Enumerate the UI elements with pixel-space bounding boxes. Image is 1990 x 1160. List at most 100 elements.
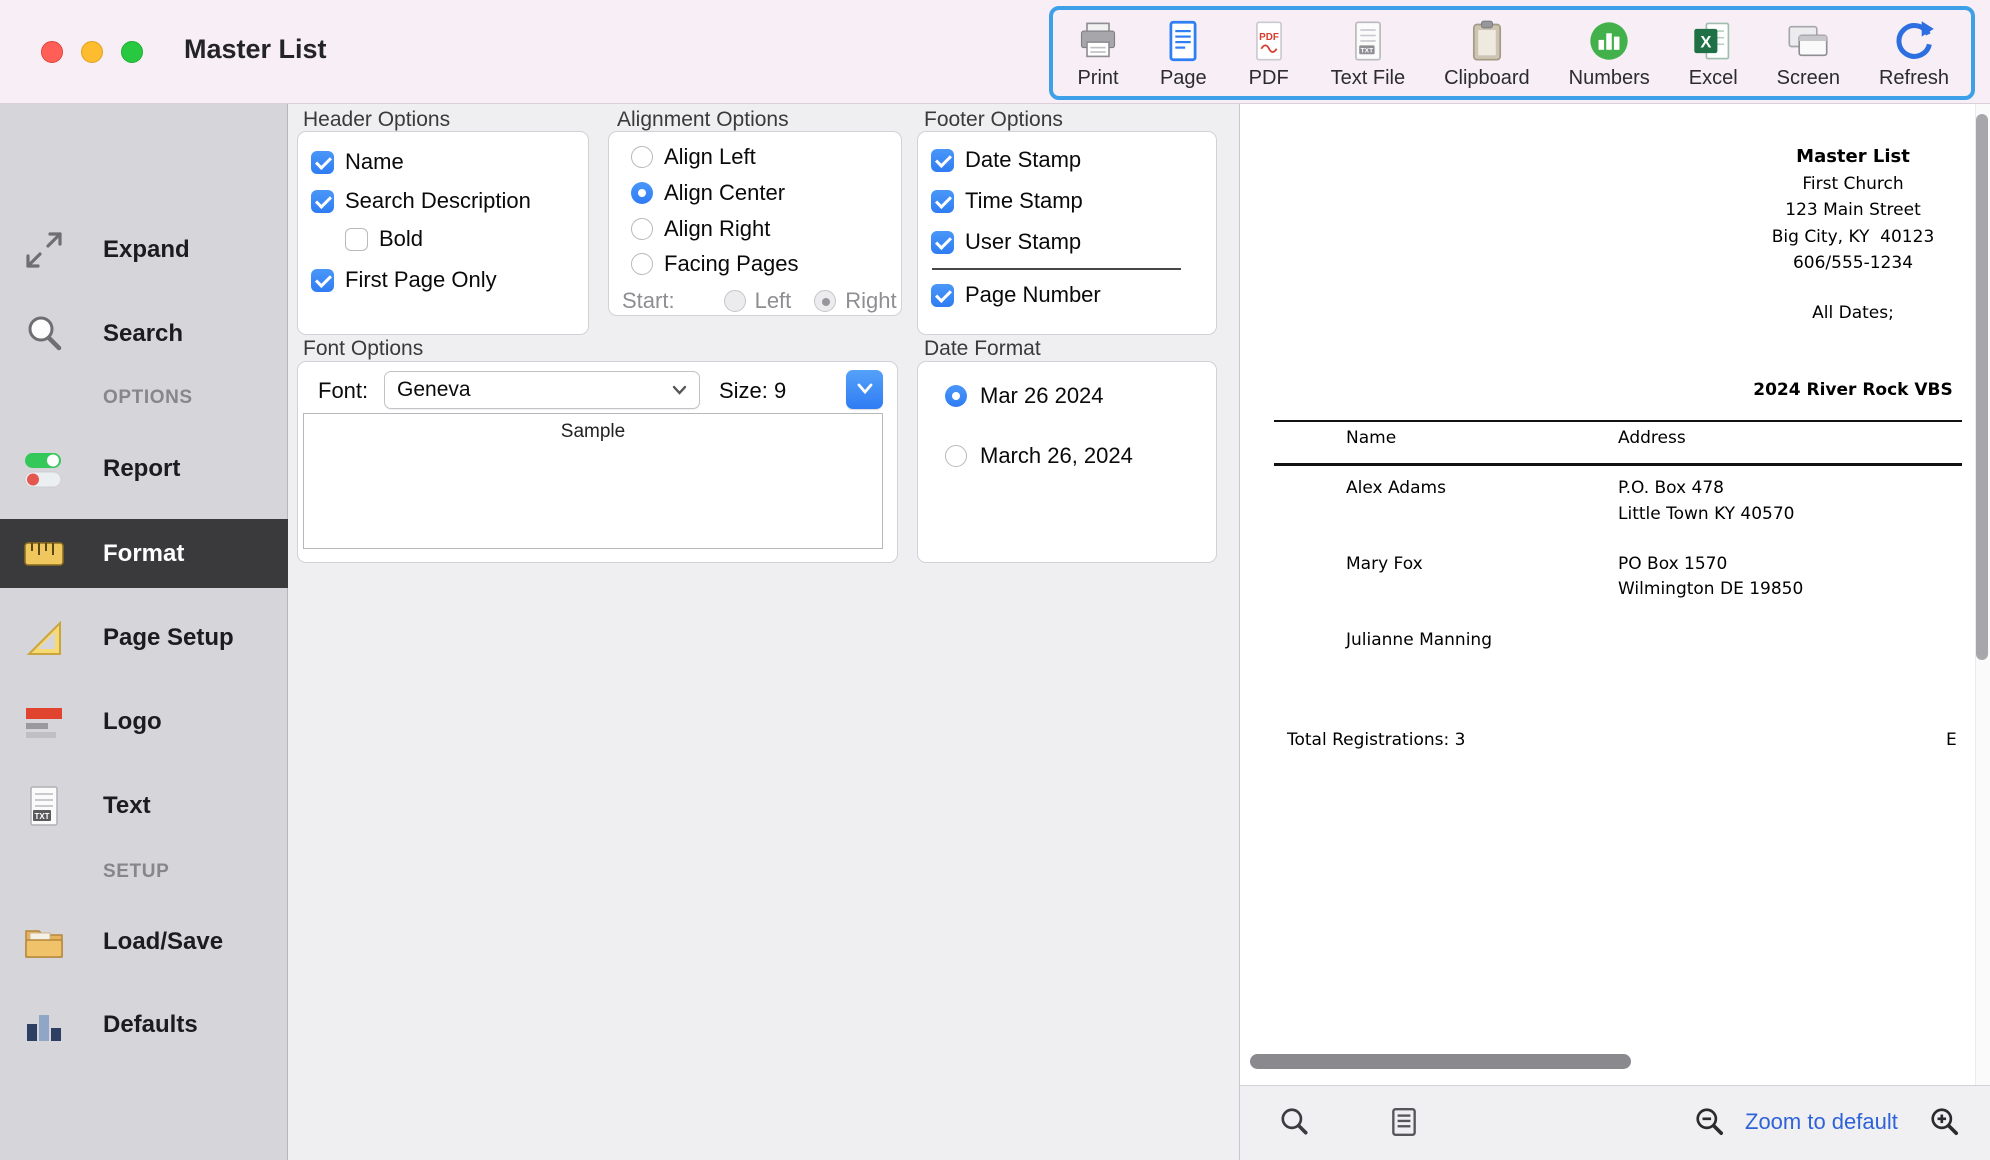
page-icon xyxy=(1160,18,1206,64)
sidebar-item-logo[interactable]: Logo xyxy=(0,691,288,753)
start-left-radio[interactable] xyxy=(724,290,746,312)
preview-toolbar: Zoom to default xyxy=(1240,1085,1990,1160)
radio-row-align-right[interactable]: Align Right xyxy=(609,216,770,242)
start-right-radio[interactable] xyxy=(814,290,836,312)
bar-chart-icon xyxy=(18,1002,70,1048)
checkbox-row-time-stamp[interactable]: Time Stamp xyxy=(918,188,1083,214)
checkbox-row-page-number[interactable]: Page Number xyxy=(918,282,1101,308)
horizontal-scrollbar[interactable] xyxy=(1250,1054,1631,1069)
checkbox-row-name[interactable]: Name xyxy=(298,149,404,175)
toolbar-page-button[interactable]: Page xyxy=(1160,18,1207,90)
toolbar-print-button[interactable]: Print xyxy=(1075,18,1121,90)
close-window-button[interactable] xyxy=(41,41,63,63)
user-stamp-checkbox[interactable] xyxy=(931,231,954,254)
report-org: First Church xyxy=(1653,171,1990,198)
sidebar-item-report[interactable]: Report xyxy=(0,438,288,500)
footer-options-group: Date Stamp Time Stamp User Stamp Page Nu… xyxy=(917,131,1217,335)
checkbox-row-date-stamp[interactable]: Date Stamp xyxy=(918,147,1081,173)
font-select[interactable]: Geneva xyxy=(384,371,700,409)
sidebar-item-load-save[interactable]: Load/Save xyxy=(0,911,288,973)
toolbar-text-file-button[interactable]: TXT Text File xyxy=(1331,18,1405,90)
report-event-name: 2024 River Rock VBS xyxy=(1653,377,1990,404)
vertical-scrollbar[interactable] xyxy=(1976,114,1988,660)
zoom-window-button[interactable] xyxy=(121,41,143,63)
sidebar: Expand Search OPTIONS Report Format Page xyxy=(0,104,288,1160)
date-short-radio[interactable] xyxy=(945,385,967,407)
sidebar-section-setup: SETUP xyxy=(103,861,169,883)
zoom-out-button[interactable] xyxy=(1693,1105,1727,1139)
sidebar-item-format[interactable]: Format xyxy=(0,519,288,588)
app-window: Master List Print Page PDF PDF xyxy=(0,0,1990,1160)
alignment-options-title: Alignment Options xyxy=(617,108,789,132)
align-center-radio[interactable] xyxy=(631,182,653,204)
font-sample-box: Sample xyxy=(303,413,883,549)
search-description-checkbox[interactable] xyxy=(311,190,334,213)
report-view-button[interactable] xyxy=(1387,1105,1421,1139)
text-file-icon: TXT xyxy=(1345,18,1391,64)
align-right-radio[interactable] xyxy=(631,218,653,240)
font-label: Font: xyxy=(318,378,368,404)
search-icon xyxy=(18,311,70,357)
facing-pages-radio[interactable] xyxy=(631,253,653,275)
align-left-radio[interactable] xyxy=(631,146,653,168)
sidebar-item-search[interactable]: Search xyxy=(0,303,288,365)
checkbox-row-search-description[interactable]: Search Description xyxy=(298,188,531,214)
radio-row-date-long[interactable]: March 26, 2024 xyxy=(918,443,1133,469)
printer-icon xyxy=(1075,18,1121,64)
report-address-line2: Big City, KY 40123 xyxy=(1653,224,1990,251)
table-cell-address: Wilmington DE 19850 xyxy=(1618,579,1803,599)
ruler-icon xyxy=(18,531,70,577)
date-format-title: Date Format xyxy=(924,337,1041,361)
page-number-checkbox[interactable] xyxy=(931,284,954,307)
sidebar-item-text[interactable]: TXT Text xyxy=(0,775,288,837)
screen-icon xyxy=(1785,18,1831,64)
sidebar-item-defaults[interactable]: Defaults xyxy=(0,994,288,1056)
sidebar-item-expand[interactable]: Expand xyxy=(0,219,288,281)
sidebar-section-options: OPTIONS xyxy=(103,387,193,409)
bold-checkbox[interactable] xyxy=(345,228,368,251)
folder-icon xyxy=(18,919,70,965)
date-format-group: Mar 26 2024 March 26, 2024 xyxy=(917,361,1217,563)
numbers-icon xyxy=(1586,18,1632,64)
size-label: Size: 9 xyxy=(719,378,786,404)
radio-row-facing-pages[interactable]: Facing Pages xyxy=(609,251,799,277)
table-cell-name: Julianne Manning xyxy=(1346,630,1492,650)
minimize-window-button[interactable] xyxy=(81,41,103,63)
name-checkbox[interactable] xyxy=(311,151,334,174)
chevron-down-icon xyxy=(672,385,687,395)
column-header-address: Address xyxy=(1618,428,1686,448)
excel-icon: X xyxy=(1690,18,1736,64)
pdf-icon: PDF xyxy=(1246,18,1292,64)
radio-row-align-center[interactable]: Align Center xyxy=(609,180,785,206)
size-select-button[interactable] xyxy=(846,370,883,409)
header-options-title: Header Options xyxy=(303,108,450,132)
first-page-only-checkbox[interactable] xyxy=(311,269,334,292)
clipped-column-header: E xyxy=(1946,730,1957,750)
date-long-radio[interactable] xyxy=(945,445,967,467)
radio-row-align-left[interactable]: Align Left xyxy=(609,144,756,170)
refresh-icon xyxy=(1891,18,1937,64)
set-square-icon xyxy=(18,615,70,661)
report-phone: 606/555-1234 xyxy=(1653,250,1990,277)
toolbar-refresh-button[interactable]: Refresh xyxy=(1879,18,1949,90)
checkbox-row-bold[interactable]: Bold xyxy=(298,226,423,252)
toolbar-screen-button[interactable]: Screen xyxy=(1777,18,1840,90)
checkbox-row-user-stamp[interactable]: User Stamp xyxy=(918,229,1081,255)
toggles-icon xyxy=(18,446,70,492)
toolbar-numbers-button[interactable]: Numbers xyxy=(1569,18,1650,90)
report-title: Master List xyxy=(1653,144,1990,171)
zoom-to-default-link[interactable]: Zoom to default xyxy=(1745,1109,1898,1135)
toolbar-excel-button[interactable]: X Excel xyxy=(1689,18,1738,90)
radio-row-date-short[interactable]: Mar 26 2024 xyxy=(918,383,1104,409)
checkbox-row-first-page-only[interactable]: First Page Only xyxy=(298,267,497,293)
footer-options-title: Footer Options xyxy=(924,108,1063,132)
magnifier-tool-button[interactable] xyxy=(1277,1105,1311,1139)
zoom-in-button[interactable] xyxy=(1928,1105,1962,1139)
toolbar-clipboard-button[interactable]: Clipboard xyxy=(1444,18,1530,90)
time-stamp-checkbox[interactable] xyxy=(931,190,954,213)
sidebar-item-page-setup[interactable]: Page Setup xyxy=(0,607,288,669)
date-stamp-checkbox[interactable] xyxy=(931,149,954,172)
header-options-group: Name Search Description Bold First Page … xyxy=(297,131,589,335)
toolbar-pdf-button[interactable]: PDF PDF xyxy=(1246,18,1292,90)
footer-options-divider xyxy=(932,268,1181,270)
